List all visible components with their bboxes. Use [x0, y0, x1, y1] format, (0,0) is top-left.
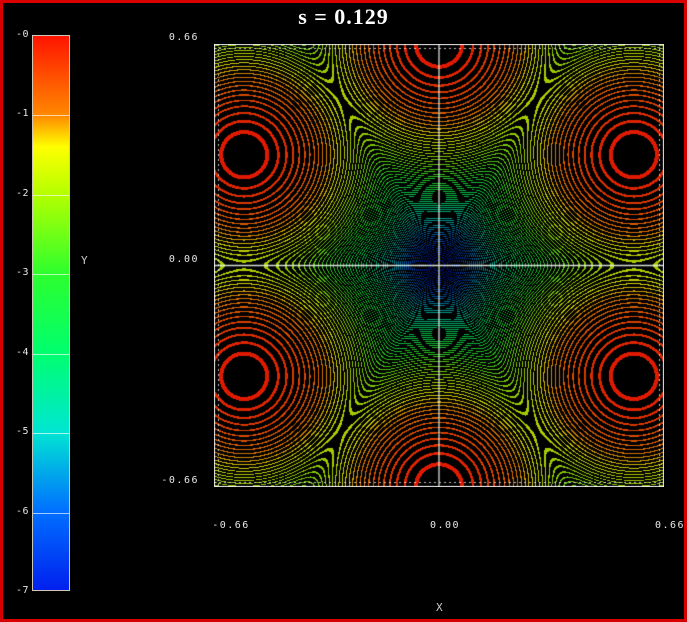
contour-plot-canvas [214, 44, 664, 487]
x-axis-label: X [436, 601, 443, 614]
colorbar-divider [33, 433, 69, 434]
colorbar-divider [33, 195, 69, 196]
x-tick-label: -0.66 [212, 520, 250, 531]
colorbar [32, 35, 70, 591]
x-tick-label: 0.66 [655, 520, 685, 531]
colorbar-tick-label: -2 [3, 188, 29, 199]
colorbar-divider [33, 115, 69, 116]
plot-title: s = 0.129 [3, 4, 684, 30]
colorbar-tick-label: -3 [3, 267, 29, 278]
colorbar-gradient [33, 36, 69, 590]
y-tick-label: 0.66 [143, 32, 199, 43]
y-axis-label: Y [81, 254, 88, 267]
y-tick-label: 0.00 [143, 254, 199, 265]
colorbar-tick-label: -5 [3, 426, 29, 437]
plot-window: s = 0.129 -0 -1 -2 -3 -4 -5 -6 -7 Y -0.66 0.00 0.… [0, 0, 687, 622]
x-tick-label: 0.00 [430, 520, 460, 531]
colorbar-divider [33, 274, 69, 275]
colorbar-tick-label: -0 [3, 29, 29, 40]
y-tick-label: -0.66 [143, 475, 199, 486]
colorbar-tick-label: -1 [3, 108, 29, 119]
colorbar-divider [33, 513, 69, 514]
colorbar-tick-label: -4 [3, 347, 29, 358]
colorbar-tick-label: -6 [3, 506, 29, 517]
colorbar-tick-label: -7 [3, 585, 29, 596]
colorbar-divider [33, 354, 69, 355]
